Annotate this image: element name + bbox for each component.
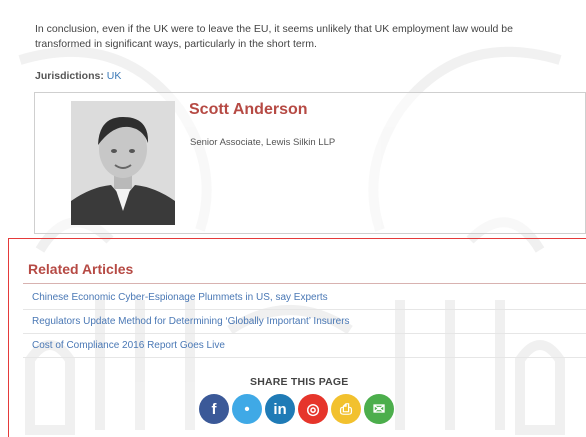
author-photo (71, 101, 175, 225)
related-articles-panel: Related Articles Chinese Economic Cyber-… (8, 238, 586, 437)
article-conclusion: In conclusion, even if the UK were to le… (35, 23, 513, 50)
weibo-icon: ◎ (306, 401, 320, 418)
related-item-divider (23, 357, 586, 358)
related-article-link[interactable]: Cost of Compliance 2016 Report Goes Live (32, 340, 225, 351)
weibo-share-button[interactable]: ◎ (298, 394, 328, 424)
twitter-share-button[interactable]: • (232, 394, 262, 424)
facebook-icon: f (211, 400, 217, 418)
share-buttons: f • in ◎ ⎙ ✉ (199, 394, 394, 424)
facebook-share-button[interactable]: f (199, 394, 229, 424)
author-title: Senior Associate, Lewis Silkin LLP (190, 137, 336, 148)
related-item-divider (23, 333, 586, 334)
email-share-button[interactable]: ✉ (364, 394, 394, 424)
related-article-link[interactable]: Chinese Economic Cyber-Espionage Plummet… (32, 292, 328, 303)
print-share-button[interactable]: ⎙ (331, 394, 361, 424)
linkedin-icon: in (273, 400, 287, 418)
jurisdictions: Jurisdictions: UK (35, 70, 121, 82)
jurisdictions-label: Jurisdictions: (35, 70, 104, 82)
related-item-divider (23, 309, 586, 310)
related-article-link[interactable]: Regulators Update Method for Determining… (32, 316, 350, 327)
email-icon: ✉ (372, 401, 386, 418)
linkedin-share-button[interactable]: in (265, 394, 295, 424)
print-icon: ⎙ (339, 400, 352, 418)
related-heading-divider (23, 283, 586, 284)
jurisdiction-link-uk[interactable]: UK (107, 70, 122, 82)
author-bio-box: Scott Anderson Senior Associate, Lewis S… (34, 92, 586, 234)
share-heading: SHARE THIS PAGE (250, 376, 349, 388)
twitter-icon: • (244, 400, 250, 418)
author-name[interactable]: Scott Anderson (189, 101, 308, 119)
related-articles-heading: Related Articles (28, 261, 134, 277)
